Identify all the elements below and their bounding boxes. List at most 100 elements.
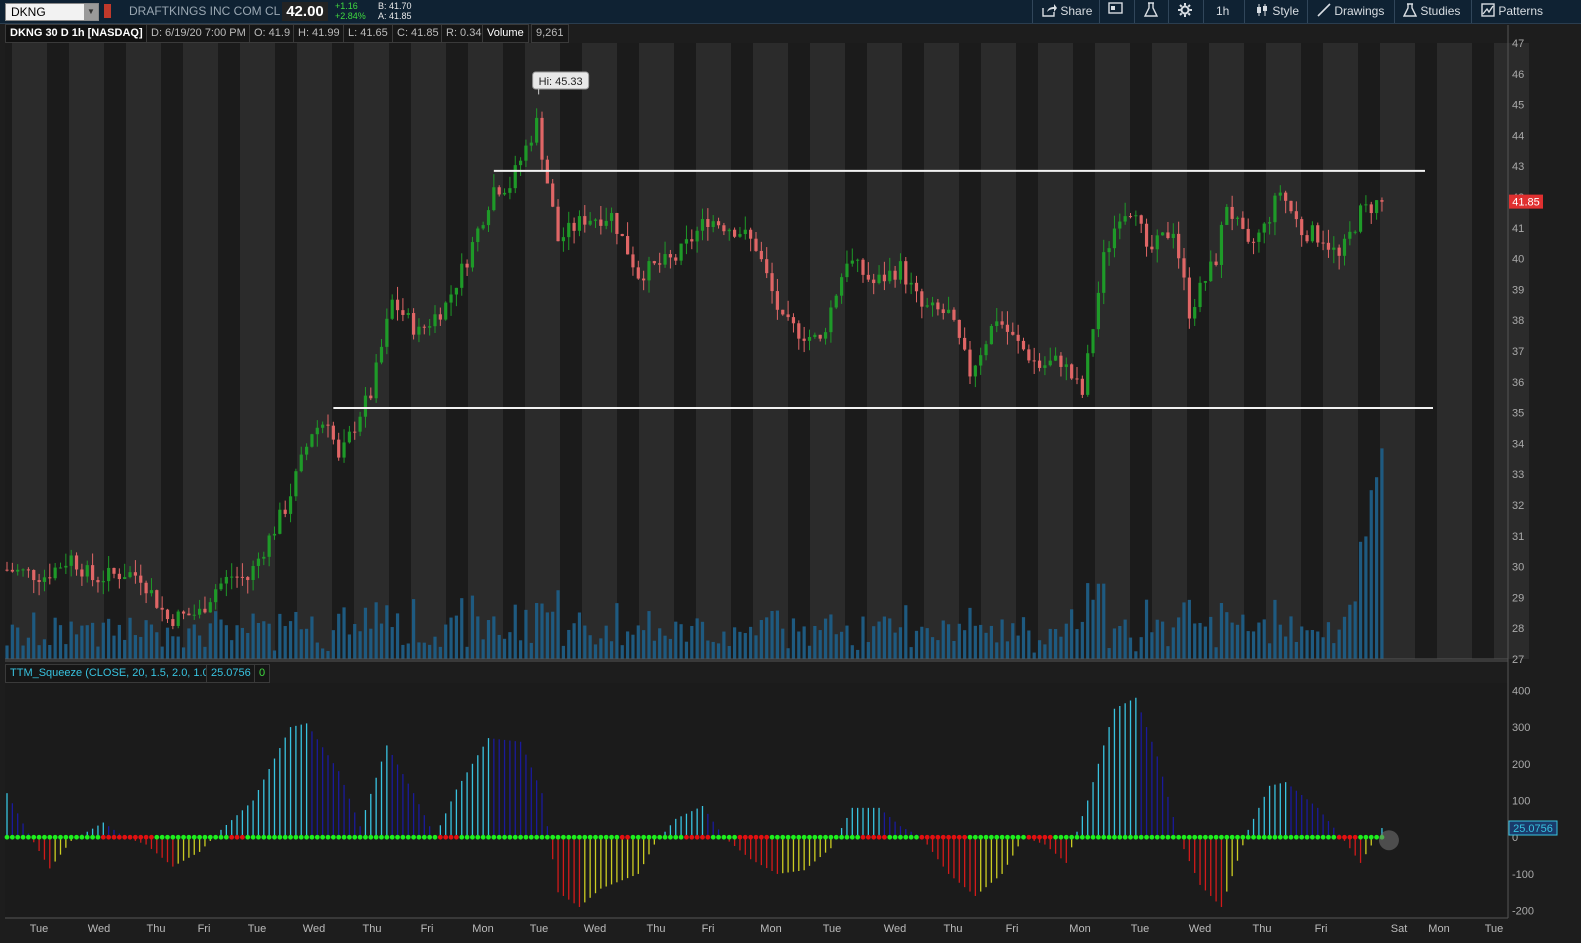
patterns-button[interactable]: Patterns [1481,0,1543,23]
candle-body [845,263,849,278]
candle-body [74,555,79,570]
volume-bar [1193,623,1197,659]
volume-bar [460,598,464,659]
candle-body [604,220,608,226]
studies-button[interactable]: Studies [1402,0,1460,23]
alert-flag-icon[interactable] [104,4,111,18]
candle-body [1107,248,1111,253]
drawings-label: Drawings [1334,4,1385,18]
squeeze-dot [1304,834,1310,840]
share-label: Share [1060,4,1093,18]
candle-body [21,569,25,571]
squeeze-dot [26,834,31,840]
bar-high: H: 41.99 [293,24,345,43]
candle-body [272,533,277,536]
candle-body [310,434,314,447]
volume-bar [305,628,309,659]
squeeze-dot [544,834,550,840]
volume-bar [240,627,244,659]
candle-body [26,569,30,571]
squeeze-dot [320,834,326,840]
volume-bar [727,646,731,659]
candle-body [1091,329,1095,354]
price-tick-label: 32 [1512,500,1524,512]
share-button[interactable]: Share [1041,0,1092,23]
volume-bar [278,613,282,659]
candle-body [1166,232,1170,239]
squeeze-dot [1267,834,1272,840]
candle-body [112,567,116,574]
volume-bar [187,628,191,659]
volume-bar [1251,631,1256,659]
squeeze-dot [796,834,802,840]
volume-bar [572,623,576,659]
day-tick-label: Mon [1428,923,1449,935]
volume-bar [385,605,389,659]
candle-body [1080,378,1084,395]
volume-bar [1326,622,1331,659]
squeeze-dot [726,834,732,840]
candle-body [1251,241,1256,243]
candle-body [460,263,464,288]
squeeze-dot [186,834,192,840]
volume-bar [1262,619,1266,659]
squeeze-dot [571,834,577,840]
study-label[interactable]: TTM_Squeeze (CLOSE, 20, 1.5, 2.0, 1.0) [5,664,218,683]
squeeze-dot [668,834,673,840]
squeeze-dot [261,834,267,840]
volume-bar [963,630,967,659]
volume-bar [1021,617,1026,659]
volume-bar [519,640,523,659]
candle-body [1155,235,1159,250]
day-tick-label: Wed [303,923,325,935]
volume-bar [486,620,491,659]
squeeze-dot [282,834,288,840]
gear-button[interactable] [1177,0,1193,23]
candle-body [1171,233,1175,239]
volume-bar [1112,628,1117,659]
volume-bar [1080,621,1084,659]
ttm-value-label: 25.0756 [1513,823,1553,835]
drawings-button[interactable]: Drawings [1317,0,1384,23]
squeeze-dot [812,834,818,840]
squeeze-dot [946,834,951,840]
volume-bar [658,628,662,659]
volume-bar [636,625,640,659]
candle-body [1214,261,1218,265]
symbol-text[interactable]: DKNG [11,4,46,20]
volume-bar [481,639,485,659]
volume-bar [497,634,501,659]
candle-body [925,305,929,307]
squeeze-dot [1363,834,1369,840]
volume-bar [91,622,95,659]
symbol-input[interactable]: DKNG ▼ [5,3,99,21]
candle-body [1284,192,1288,201]
beaker-button[interactable] [1143,0,1159,23]
candle-body [492,187,496,211]
squeeze-dot [1256,834,1262,840]
symbol-dropdown-icon[interactable]: ▼ [84,4,98,20]
squeeze-dot [330,834,336,840]
candle-body [636,267,640,279]
chart-settings-button[interactable] [1108,0,1124,23]
price-tick-label: 45 [1512,100,1524,112]
volume-bar [898,627,903,659]
volume-bar [807,645,812,659]
ttm-tick-label: -200 [1512,906,1534,918]
timeframe-button[interactable]: 1h [1216,0,1229,23]
candle-body [497,187,501,195]
price-tick-label: 36 [1512,377,1524,389]
price-tick-label: 46 [1512,69,1524,81]
squeeze-dot [865,834,871,840]
volume-bar [1096,583,1100,659]
volume-value: 9,261 [531,24,569,43]
candle-body [224,576,228,584]
candle-body [593,219,598,221]
squeeze-dot [229,834,235,840]
candle-body [69,555,73,566]
volume-bar [1214,647,1218,659]
style-button[interactable]: Style [1255,0,1299,23]
candle-body [144,582,148,594]
squeeze-dot [1197,834,1203,840]
volume-bar [1310,630,1314,659]
